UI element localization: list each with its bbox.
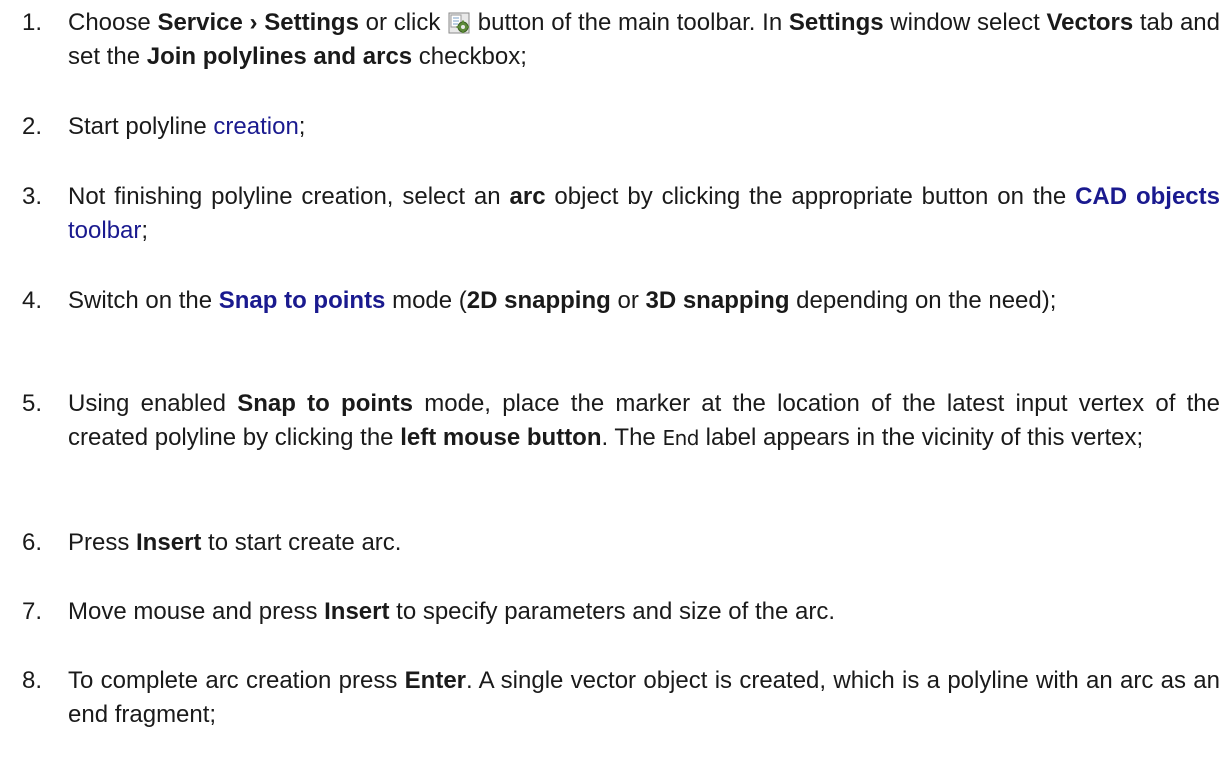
end-label: End: [662, 426, 699, 450]
step-number: 6.: [22, 529, 43, 556]
step-number: 1.: [22, 9, 43, 36]
toolbar-link[interactable]: toolbar: [68, 217, 141, 244]
creation-link[interactable]: creation: [213, 113, 298, 140]
step-text: Using enabled Snap to points mode, place…: [68, 390, 1220, 451]
settings-gear-icon: [448, 10, 470, 34]
step-number: 7.: [22, 598, 43, 625]
step-number: 5.: [22, 390, 43, 417]
step-text: Choose Service › Settings or click butto…: [68, 9, 1220, 70]
instruction-list: 1. Choose Service › Settings or click bu…: [0, 0, 1232, 767]
step-text: To complete arc creation press Enter. A …: [68, 667, 1220, 728]
menu-path: Service › Settings: [157, 9, 359, 36]
step-number: 3.: [22, 183, 43, 210]
step-text: Not finishing polyline creation, select …: [68, 183, 1220, 244]
step-text: Press Insert to start create arc.: [68, 529, 402, 556]
step-number: 8.: [22, 667, 43, 694]
step-number: 4.: [22, 287, 43, 314]
snap-to-points-link[interactable]: Snap to points: [219, 287, 386, 314]
step-number: 2.: [22, 113, 43, 140]
step-text: Start polyline creation;: [68, 113, 306, 140]
step-text: Move mouse and press Insert to specify p…: [68, 598, 836, 625]
step-text: Switch on the Snap to points mode (2D sn…: [68, 287, 1057, 314]
cad-objects-link[interactable]: CAD objects: [1075, 183, 1220, 210]
